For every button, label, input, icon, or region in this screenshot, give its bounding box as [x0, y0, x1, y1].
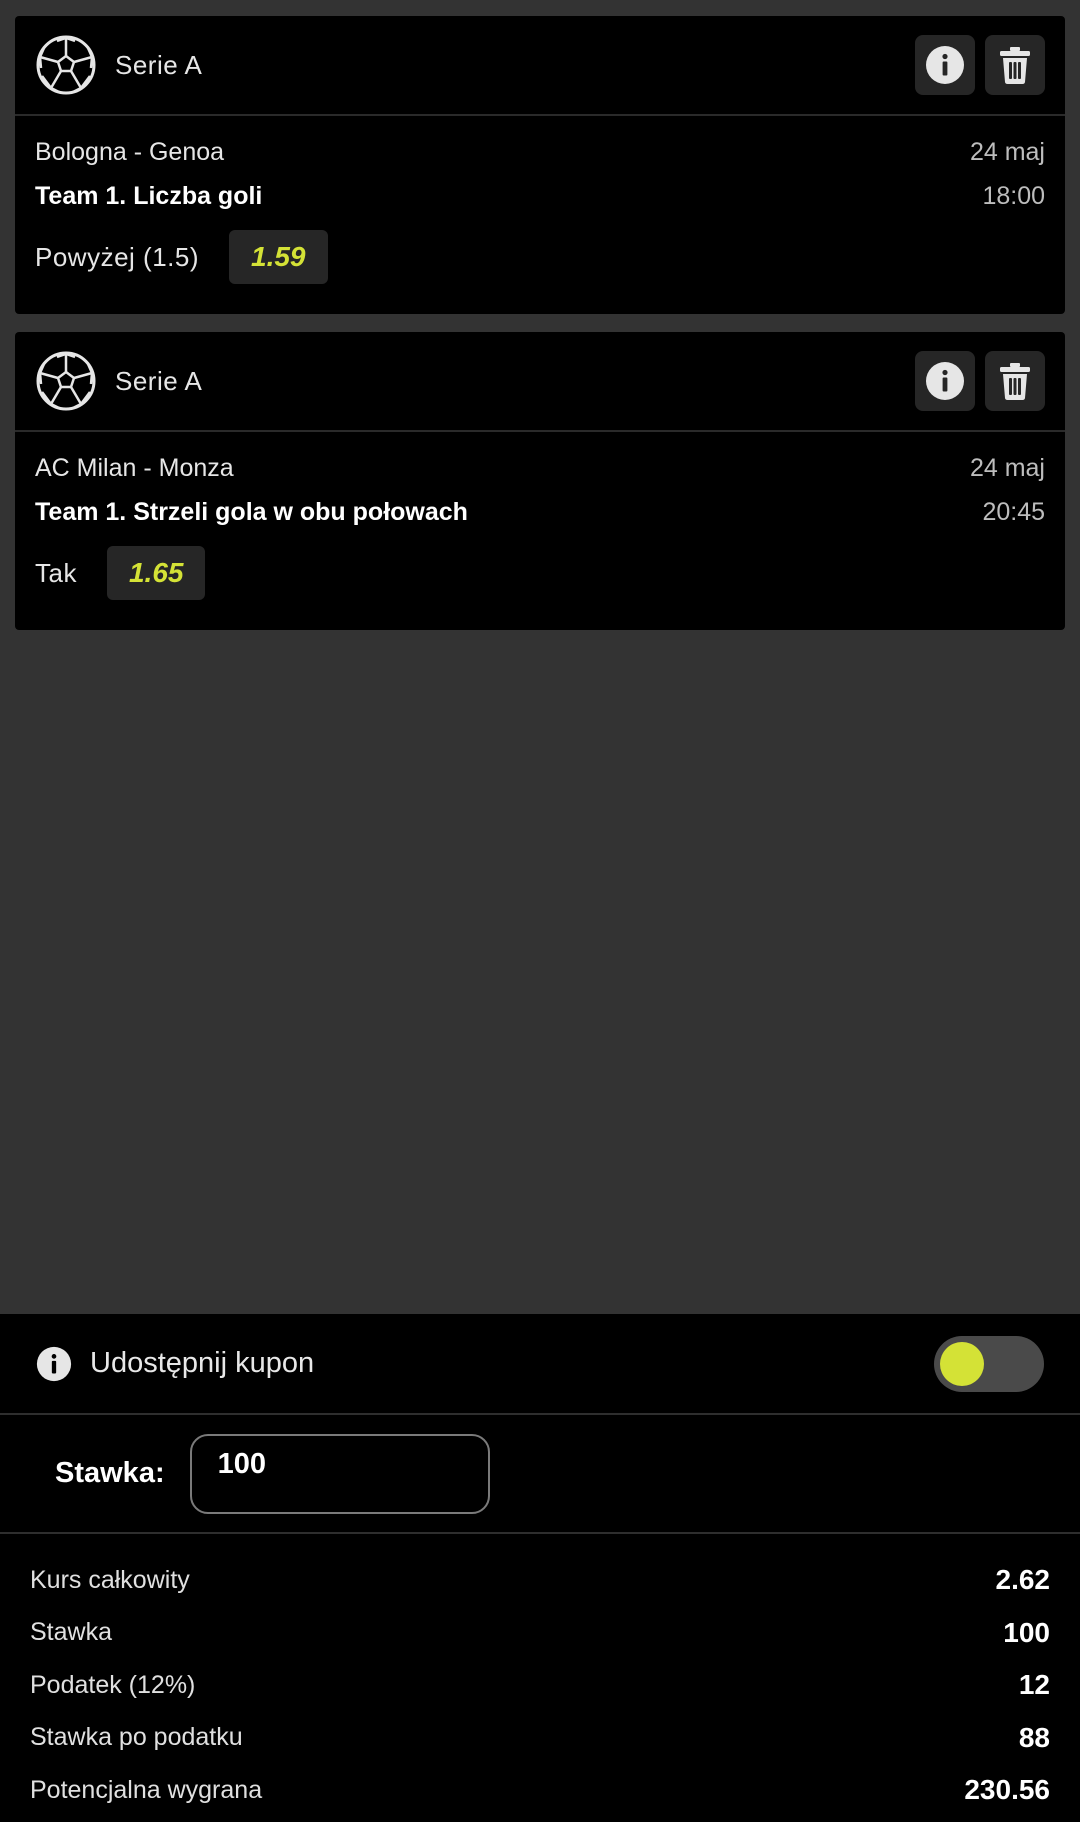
odds-badge: 1.65 [106, 546, 206, 600]
betslip-page: Serie A Bologna - Genoa 24 maj Team 1. L… [0, 0, 1080, 1822]
summary-label: Stawka po podatku [30, 1723, 243, 1752]
delete-button[interactable] [985, 35, 1045, 95]
summary-value: 100 [1003, 1616, 1050, 1648]
selection-row: Powyżej (1.5) 1.59 [35, 230, 328, 284]
summary-label: Kurs całkowity [30, 1565, 190, 1594]
bet-card: Serie A [15, 16, 1065, 314]
odds-badge: 1.59 [229, 230, 328, 284]
summary-label: Podatek (12%) [30, 1670, 196, 1699]
league-name: Serie A [115, 365, 203, 396]
bet-actions [915, 35, 1045, 95]
match-time: 20:45 [982, 498, 1045, 526]
stake-row: Stawka: [0, 1415, 1080, 1532]
summary-row-potential-win: Potencjalna wygrana 230.56 [30, 1764, 1050, 1817]
match-date: 24 maj [969, 138, 1045, 166]
toggle-knob [940, 1341, 984, 1386]
stake-label: Stawka: [55, 1457, 165, 1489]
summary-value: 12 [1018, 1669, 1050, 1701]
league-name: Serie A [115, 49, 203, 80]
match-date: 24 maj [969, 454, 1045, 482]
bet-card: Serie A [15, 332, 1065, 630]
summary-row-tax: Podatek (12%) 12 [30, 1659, 1050, 1712]
soccer-ball-icon [36, 35, 96, 95]
match-name: Bologna - Genoa [35, 138, 225, 166]
trash-icon [1000, 363, 1030, 400]
info-icon[interactable] [36, 1346, 72, 1382]
summary-row-stake-after-tax: Stawka po podatku 88 [30, 1712, 1050, 1765]
bet-summary: Kurs całkowity 2.62 Stawka 100 Podatek (… [0, 1534, 1080, 1822]
summary-row-total-odds: Kurs całkowity 2.62 [30, 1554, 1050, 1607]
share-coupon-row: Udostępnij kupon [0, 1314, 1080, 1413]
market-name: Team 1. Strzeli gola w obu połowach [35, 498, 468, 526]
match-name: AC Milan - Monza [35, 454, 234, 482]
info-icon [926, 362, 964, 400]
info-button[interactable] [915, 35, 975, 95]
match-time: 18:00 [982, 182, 1045, 210]
trash-icon [1000, 47, 1030, 84]
bet-card-body: Bologna - Genoa 24 maj Team 1. Liczba go… [15, 116, 1065, 312]
summary-value: 88 [1018, 1721, 1050, 1753]
info-icon [926, 46, 964, 84]
info-button[interactable] [915, 351, 975, 411]
share-coupon-label: Udostępnij kupon [90, 1347, 315, 1379]
soccer-ball-icon [36, 351, 96, 411]
selection-row: Tak 1.65 [35, 546, 206, 600]
market-name: Team 1. Liczba goli [35, 182, 263, 210]
summary-label: Potencjalna wygrana [30, 1775, 263, 1804]
summary-label: Stawka [30, 1618, 112, 1647]
bet-card-body: AC Milan - Monza 24 maj Team 1. Strzeli … [15, 432, 1065, 628]
summary-row-stake: Stawka 100 [30, 1607, 1050, 1660]
bet-card-header: Serie A [15, 332, 1065, 432]
summary-value: 230.56 [964, 1774, 1050, 1806]
selection-name: Powyżej (1.5) [35, 241, 199, 272]
bet-actions [915, 351, 1045, 411]
share-coupon-toggle[interactable] [934, 1335, 1044, 1392]
stake-input[interactable] [189, 1433, 490, 1514]
delete-button[interactable] [985, 351, 1045, 411]
bet-card-header: Serie A [15, 16, 1065, 116]
selection-name: Tak [35, 557, 77, 588]
summary-value: 2.62 [995, 1564, 1051, 1596]
